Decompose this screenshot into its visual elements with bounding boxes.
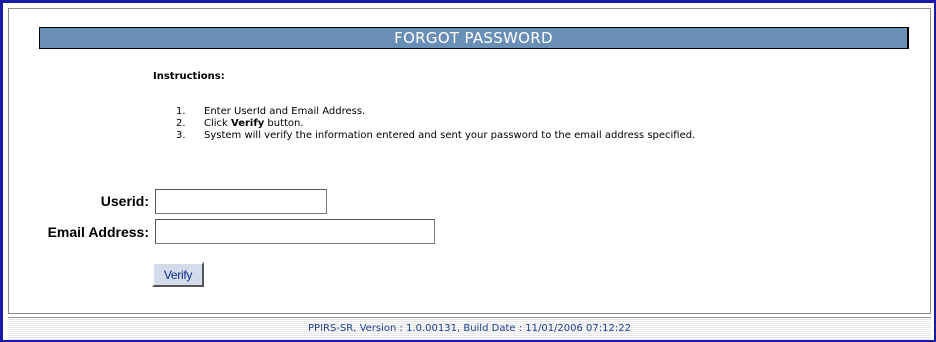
content-panel — [8, 8, 931, 314]
instruction-step: 2. Click Verify button. — [176, 118, 695, 130]
step-number: 1. — [176, 106, 186, 117]
userid-input[interactable] — [155, 189, 327, 214]
email-input[interactable] — [155, 219, 435, 244]
step-text: Enter UserId and Email Address. — [204, 106, 366, 117]
footer-version-bar: PPIRS-SR, Version : 1.0.00131, Build Dat… — [8, 317, 931, 340]
step-number: 2. — [176, 118, 186, 129]
page-title: FORGOT PASSWORD — [39, 27, 909, 49]
step-text: System will verify the information enter… — [204, 130, 696, 141]
step-text-suffix: button. — [264, 118, 304, 129]
instruction-step: 3. System will verify the information en… — [176, 130, 695, 142]
instructions-heading: Instructions: — [153, 71, 225, 82]
window-frame: FORGOT PASSWORD Instructions: 1. Enter U… — [0, 0, 936, 342]
step-number: 3. — [176, 130, 186, 141]
verify-button[interactable]: Verify — [152, 262, 204, 287]
step-text-bold: Verify — [231, 118, 265, 129]
instruction-step: 1. Enter UserId and Email Address. — [176, 106, 695, 118]
instructions-list: 1. Enter UserId and Email Address. 2. Cl… — [176, 106, 695, 142]
step-text-prefix: Click — [204, 118, 232, 129]
userid-label: Userid: — [100, 193, 149, 209]
email-label: Email Address: — [47, 224, 149, 240]
